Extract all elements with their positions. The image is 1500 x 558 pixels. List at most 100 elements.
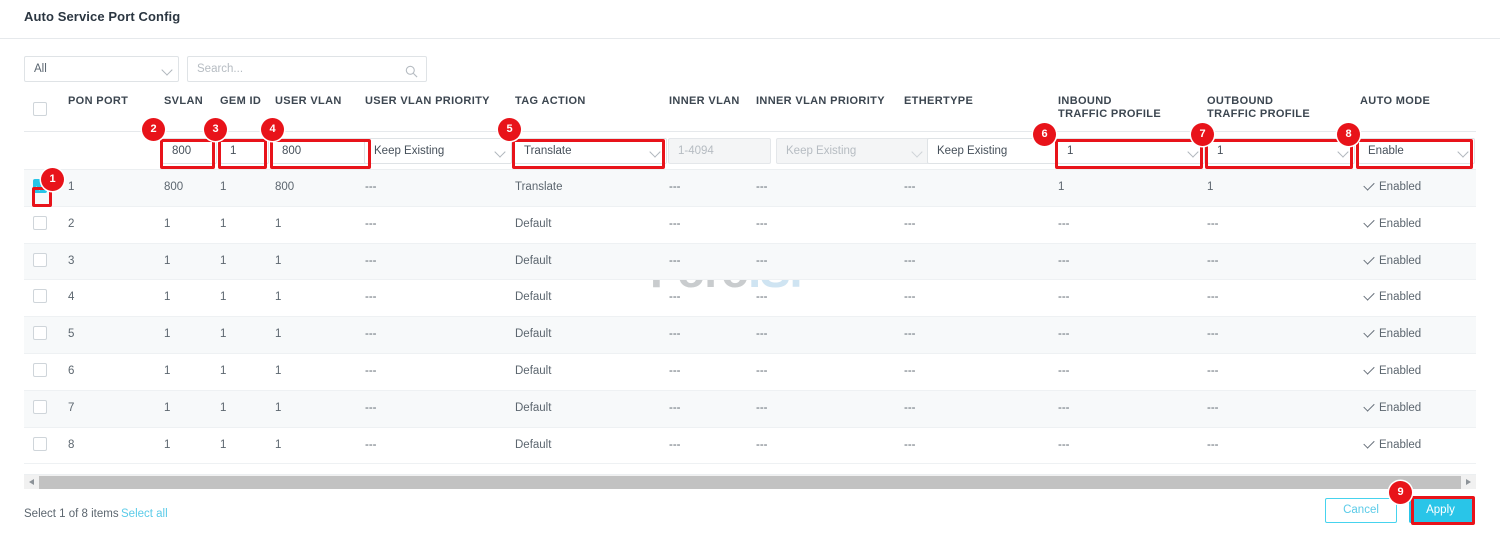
annotation-badge-8: 8 xyxy=(1337,123,1360,146)
page-title: Auto Service Port Config xyxy=(24,9,180,24)
scrollbar-thumb[interactable] xyxy=(39,476,1461,489)
cell-ethertype: --- xyxy=(904,328,916,340)
cell-auto-mode: Enabled xyxy=(1379,365,1421,377)
check-icon xyxy=(1364,366,1374,372)
table-row[interactable]: 3111---Default---------------Enabled xyxy=(24,244,1476,281)
col-inner-vlan-priority: INNER VLAN PRIORITY xyxy=(756,95,885,108)
col-user-vlan: USER VLAN xyxy=(275,95,342,108)
check-icon xyxy=(1364,182,1374,188)
col-gem-id: GEM ID xyxy=(220,95,261,108)
row-checkbox[interactable] xyxy=(33,289,47,303)
cell-gem-id: 1 xyxy=(220,365,226,377)
search-icon xyxy=(405,63,418,87)
search-placeholder: Search... xyxy=(197,63,243,75)
scroll-left-arrow-icon[interactable] xyxy=(24,475,39,490)
annotation-badge-5: 5 xyxy=(498,118,521,141)
table-row[interactable]: 6111---Default---------------Enabled xyxy=(24,354,1476,391)
table-filter-row: 800 1 800 Keep Existing Translate 1-4094… xyxy=(24,132,1476,170)
cell-auto-mode: Enabled xyxy=(1379,291,1421,303)
table-row[interactable]: 18001800---Translate---------11Enabled xyxy=(24,170,1476,207)
user-vlan-priority-select[interactable]: Keep Existing xyxy=(364,138,512,164)
row-checkbox[interactable] xyxy=(33,253,47,267)
cell-pon-port: 6 xyxy=(68,365,74,377)
outbound-traffic-profile-select[interactable]: 1 xyxy=(1207,138,1355,164)
cell-gem-id: 1 xyxy=(220,255,226,267)
horizontal-scrollbar[interactable] xyxy=(24,474,1476,489)
cell-user-vlan-priority: --- xyxy=(365,181,377,193)
cell-inbound: --- xyxy=(1058,291,1070,303)
cell-outbound: --- xyxy=(1207,402,1219,414)
cell-user-vlan: 1 xyxy=(275,365,281,377)
row-checkbox[interactable] xyxy=(33,400,47,414)
search-input[interactable]: Search... xyxy=(187,56,427,82)
cell-user-vlan-priority: --- xyxy=(365,218,377,230)
col-pon-port: PON PORT xyxy=(68,95,128,108)
gem-id-input[interactable]: 1 xyxy=(220,138,269,164)
svlan-input[interactable]: 800 xyxy=(162,138,217,164)
select-all-checkbox[interactable] xyxy=(33,102,47,116)
check-icon xyxy=(1364,403,1374,409)
cell-gem-id: 1 xyxy=(220,402,226,414)
cell-ethertype: --- xyxy=(904,365,916,377)
cell-svlan: 1 xyxy=(164,439,170,451)
apply-button[interactable]: Apply xyxy=(1409,498,1472,523)
cell-pon-port: 5 xyxy=(68,328,74,340)
annotation-badge-2: 2 xyxy=(142,118,165,141)
inner-vlan-input: 1-4094 xyxy=(668,138,771,164)
cell-tag-action: Default xyxy=(515,365,551,377)
row-checkbox[interactable] xyxy=(33,437,47,451)
user-vlan-input[interactable]: 800 xyxy=(272,138,373,164)
cell-inner-vlan-priority: --- xyxy=(756,365,768,377)
table-row[interactable]: 4111---Default---------------Enabled xyxy=(24,280,1476,317)
cell-pon-port: 7 xyxy=(68,402,74,414)
table-row[interactable]: 5111---Default---------------Enabled xyxy=(24,317,1476,354)
table-row[interactable]: 2111---Default---------------Enabled xyxy=(24,207,1476,244)
cell-svlan: 1 xyxy=(164,255,170,267)
check-icon xyxy=(1364,329,1374,335)
cell-inbound: --- xyxy=(1058,218,1070,230)
cell-inner-vlan-priority: --- xyxy=(756,439,768,451)
filter-select[interactable]: All xyxy=(24,56,179,82)
inbound-traffic-profile-select[interactable]: 1 xyxy=(1057,138,1205,164)
cell-tag-action: Default xyxy=(515,439,551,451)
cell-pon-port: 8 xyxy=(68,439,74,451)
cell-outbound: --- xyxy=(1207,328,1219,340)
chevron-down-icon xyxy=(163,66,171,74)
outbound-traffic-profile-value: 1 xyxy=(1217,145,1223,157)
cell-outbound: --- xyxy=(1207,365,1219,377)
table-row[interactable]: 7111---Default---------------Enabled xyxy=(24,391,1476,428)
ethertype-select[interactable]: Keep Existing xyxy=(927,138,1077,164)
cell-tag-action: Default xyxy=(515,218,551,230)
auto-mode-value: Enable xyxy=(1368,145,1404,157)
cell-tag-action: Translate xyxy=(515,181,563,193)
cell-ethertype: --- xyxy=(904,218,916,230)
cell-svlan: 1 xyxy=(164,291,170,303)
cancel-button[interactable]: Cancel xyxy=(1325,498,1397,523)
auto-mode-select[interactable]: Enable xyxy=(1358,138,1475,164)
cell-svlan: 800 xyxy=(164,181,183,193)
cell-ethertype: --- xyxy=(904,255,916,267)
table-row[interactable]: 8111---Default---------------Enabled xyxy=(24,428,1476,465)
scroll-right-arrow-icon[interactable] xyxy=(1461,475,1476,490)
col-user-vlan-priority: USER VLAN PRIORITY xyxy=(365,95,490,108)
tag-action-select[interactable]: Translate xyxy=(514,138,667,164)
cell-ethertype: --- xyxy=(904,439,916,451)
cell-user-vlan: 1 xyxy=(275,328,281,340)
col-inner-vlan: INNER VLAN xyxy=(669,95,740,108)
chevron-down-icon xyxy=(1189,148,1197,156)
chevron-down-icon xyxy=(651,148,659,156)
row-checkbox[interactable] xyxy=(33,326,47,340)
cell-user-vlan: 800 xyxy=(275,181,294,193)
cell-tag-action: Default xyxy=(515,328,551,340)
selection-count-text: Select 1 of 8 items xyxy=(24,508,119,520)
cell-auto-mode: Enabled xyxy=(1379,328,1421,340)
cell-user-vlan-priority: --- xyxy=(365,402,377,414)
cell-user-vlan-priority: --- xyxy=(365,328,377,340)
row-checkbox[interactable] xyxy=(33,216,47,230)
row-checkbox[interactable] xyxy=(33,363,47,377)
select-all-link[interactable]: Select all xyxy=(121,508,168,520)
col-svlan: SVLAN xyxy=(164,95,203,108)
cell-pon-port: 3 xyxy=(68,255,74,267)
cell-pon-port: 1 xyxy=(68,181,74,193)
annotation-badge-7: 7 xyxy=(1191,123,1214,146)
